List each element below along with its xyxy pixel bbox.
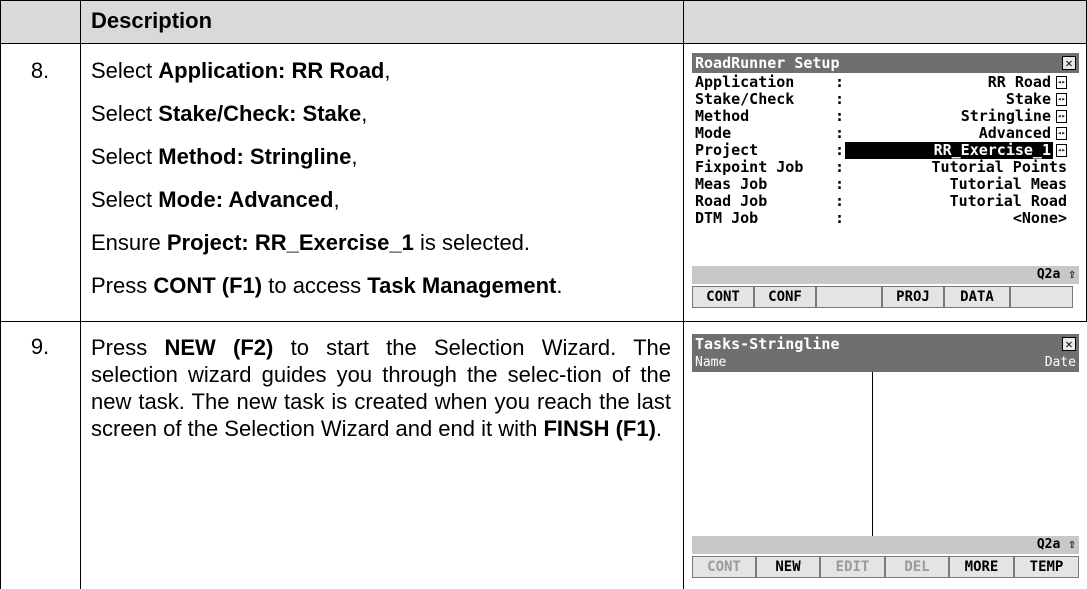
table-border-left [0, 0, 1, 589]
field-value: Tutorial Road [949, 192, 1067, 210]
left-right-arrows-icon[interactable]: ◂▸ [1056, 127, 1067, 140]
instruction-line: Select Mode: Advanced, [91, 187, 340, 212]
table-border-header-bottom [0, 43, 1087, 44]
field-value: RR_Exercise_1 [933, 141, 1051, 159]
column-name: Name [695, 355, 727, 370]
instruction-line: Press CONT (F1) to access Task Managemen… [91, 273, 563, 298]
softkey-data[interactable]: DATA [944, 286, 1010, 308]
list-column-header: Name Date [692, 354, 1079, 372]
status-bar: Q2a ⇧ [692, 266, 1079, 284]
roadrunner-setup-screen: RoadRunner Setup ✕ Application : RR Road… [692, 53, 1079, 310]
field-row-mode[interactable]: Mode : Advanced ◂▸ [695, 125, 1067, 142]
field-row-application[interactable]: Application : RR Road ◂▸ [695, 74, 1067, 91]
softkey-proj[interactable]: PROJ [882, 286, 944, 308]
field-value: RR Road [987, 73, 1051, 91]
close-icon[interactable]: ✕ [1062, 56, 1076, 70]
left-right-arrows-icon[interactable]: ◂▸ [1056, 144, 1067, 157]
step-number: 8. [30, 58, 50, 83]
softkey-f6[interactable] [1010, 286, 1073, 308]
field-row-stake-check[interactable]: Stake/Check : Stake ◂▸ [695, 91, 1067, 108]
softkey-cont[interactable]: CONT [692, 286, 754, 308]
left-right-arrows-icon[interactable]: ◂▸ [1056, 93, 1067, 106]
instruction-line: Select Stake/Check: Stake, [91, 101, 368, 126]
field-value: Stringline [960, 107, 1051, 125]
left-right-arrows-icon[interactable]: ◂▸ [1056, 76, 1067, 89]
field-value: Tutorial Points [931, 158, 1067, 176]
field-row-fixpoint-job[interactable]: Fixpoint Job : Tutorial Points [695, 159, 1067, 176]
close-icon[interactable]: ✕ [1062, 337, 1076, 351]
softkey-more[interactable]: MORE [949, 556, 1014, 578]
field-row-meas-job[interactable]: Meas Job : Tutorial Meas [695, 176, 1067, 193]
instruction-line: Select Method: Stringline, [91, 144, 358, 169]
softkey-edit[interactable]: EDIT [820, 556, 885, 578]
left-right-arrows-icon[interactable]: ◂▸ [1056, 110, 1067, 123]
field-value: Advanced [978, 124, 1051, 142]
status-bar: Q2a ⇧ [692, 536, 1079, 554]
field-row-road-job[interactable]: Road Job : Tutorial Road [695, 193, 1067, 210]
table-border-row-separator [0, 321, 1087, 322]
instruction-paragraph: Press NEW (F2) to start the Selection Wi… [91, 335, 672, 441]
task-list[interactable] [692, 372, 1079, 536]
field-row-project[interactable]: Project : RR_Exercise_1 ◂▸ [695, 142, 1067, 159]
softkey-cont[interactable]: CONT [692, 556, 756, 578]
table-border-col2 [683, 0, 684, 589]
screen-title: RoadRunner Setup [692, 53, 1079, 73]
status-indicator: Q2a ⇧ [1036, 267, 1076, 282]
instruction-line: Ensure Project: RR_Exercise_1 is selecte… [91, 230, 531, 255]
step-number: 9. [30, 334, 50, 359]
field-value: Tutorial Meas [949, 175, 1067, 193]
screen-title: Tasks-Stringline [692, 334, 1079, 354]
field-value: <None> [1012, 209, 1067, 227]
table-border-col1 [80, 0, 81, 589]
tasks-stringline-screen: Tasks-Stringline ✕ Name Date Q2a ⇧ CONT … [692, 334, 1079, 580]
softkey-bar: CONT NEW EDIT DEL MORE TEMP [692, 556, 1079, 578]
softkey-f3[interactable] [816, 286, 882, 308]
field-value: Stake [1005, 90, 1051, 108]
softkey-new[interactable]: NEW [756, 556, 820, 578]
softkey-temp[interactable]: TEMP [1014, 556, 1079, 578]
softkey-conf[interactable]: CONF [754, 286, 816, 308]
softkey-bar: CONT CONF PROJ DATA [692, 286, 1079, 308]
column-date: Date [1044, 355, 1076, 370]
softkey-del[interactable]: DEL [885, 556, 949, 578]
table-border-top [0, 0, 1087, 1]
status-indicator: Q2a ⇧ [1036, 537, 1076, 552]
column-header-description: Description [91, 8, 213, 33]
field-row-method[interactable]: Method : Stringline ◂▸ [695, 108, 1067, 125]
field-row-dtm-job[interactable]: DTM Job : <None> [695, 210, 1067, 227]
instruction-line: Select Application: RR Road, [91, 58, 391, 83]
